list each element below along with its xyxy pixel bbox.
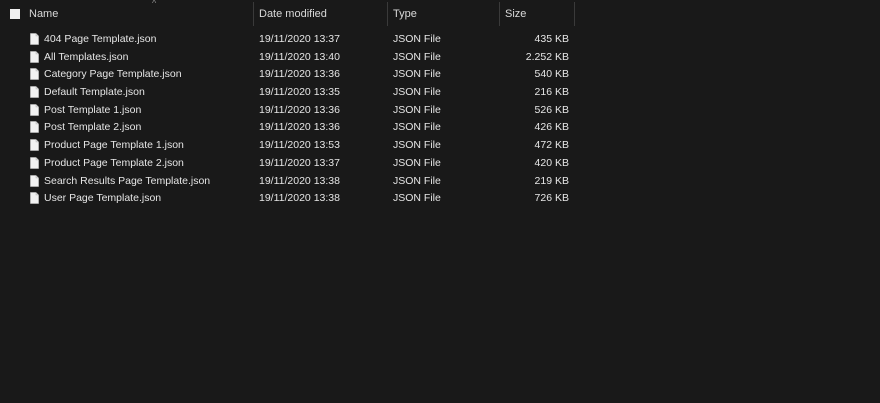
file-type: JSON File [393,156,441,169]
file-type: JSON File [393,68,441,81]
file-type: JSON File [393,103,441,116]
file-date-modified: 19/11/2020 13:53 [259,139,340,152]
file-size: 540 KB [534,68,569,81]
document-file-icon [30,121,39,134]
column-header-size-label: Size [505,8,527,20]
document-file-icon [30,174,39,187]
file-row[interactable]: All Templates.json 19/11/2020 13:40 JSON F… [0,49,880,67]
file-name: Category Page Template.json [44,68,182,81]
file-name: All Templates.json [44,50,129,63]
file-name: Post Template 2.json [44,121,142,134]
file-name: Product Page Template 2.json [44,156,184,169]
file-row[interactable]: Default Template.json 19/11/2020 13:35 JSO… [0,84,880,102]
file-type: JSON File [393,121,441,134]
file-row[interactable]: User Page Template.json 19/11/2020 13:38 J… [0,190,880,208]
document-file-icon [30,68,39,81]
document-file-icon [30,157,39,169]
document-file-icon [30,103,39,116]
file-name: User Page Template.json [44,192,162,205]
file-size: 219 KB [534,174,569,187]
file-date-modified: 19/11/2020 13:36 [259,103,340,116]
file-date-modified: 19/11/2020 13:36 [259,68,340,81]
file-type: JSON File [393,139,441,152]
column-divider[interactable] [574,2,575,26]
select-all-checkbox[interactable] [10,9,20,19]
document-file-icon [30,50,39,63]
file-list: 404 Page Template.json 19/11/2020 13:37 JS… [0,31,880,208]
file-date-modified: 19/11/2020 13:38 [259,192,340,205]
file-row[interactable]: Product Page Template 1.json 19/11/2020 1… [0,137,880,155]
file-row[interactable]: Category Page Template.json 19/11/2020 13… [0,66,880,84]
document-file-icon [30,86,39,98]
file-size: 526 KB [534,103,569,116]
file-name: Post Template 1.json [44,103,142,116]
column-header-type-label: Type [393,8,417,20]
file-row[interactable]: Post Template 2.json 19/11/2020 13:36 JSON… [0,119,880,137]
file-row[interactable]: 404 Page Template.json 19/11/2020 13:37 JS… [0,31,880,49]
file-size: 435 KB [534,33,569,45]
column-header-date-modified[interactable]: Date modified [254,0,388,28]
column-header-type[interactable]: Type [388,0,500,28]
file-name: Default Template.json [44,86,145,99]
file-row[interactable]: Product Page Template 2.json 19/11/2020 1… [0,155,880,173]
column-header-name-label: Name [29,8,59,20]
file-type: JSON File [393,50,441,63]
document-file-icon [30,139,39,151]
column-header-row: ^ Name Date modified Type Size [0,0,880,28]
file-size: 216 KB [534,86,569,99]
file-name: Product Page Template 1.json [44,139,184,152]
file-name: 404 Page Template.json [44,33,157,45]
file-name: Search Results Page Template.json [44,174,211,187]
file-date-modified: 19/11/2020 13:40 [259,50,340,63]
column-header-date-label: Date modified [259,8,327,20]
file-type: JSON File [393,174,441,187]
file-row[interactable]: Post Template 1.json 19/11/2020 13:36 JSON… [0,102,880,120]
file-date-modified: 19/11/2020 13:35 [259,86,340,99]
sort-ascending-icon: ^ [152,0,157,8]
file-date-modified: 19/11/2020 13:36 [259,121,340,134]
document-file-icon [30,192,39,204]
file-size: 420 KB [534,156,569,169]
column-header-size[interactable]: Size [500,0,575,28]
column-header-name[interactable]: ^ Name [24,0,254,28]
file-row[interactable]: Search Results Page Template.json 19/11/2… [0,173,880,191]
file-type: JSON File [393,33,441,45]
document-file-icon [30,33,39,45]
file-date-modified: 19/11/2020 13:37 [259,156,340,169]
file-date-modified: 19/11/2020 13:38 [259,174,340,187]
file-type: JSON File [393,192,441,205]
file-size: 2.252 KB [525,50,569,63]
file-type: JSON File [393,86,441,99]
file-size: 472 KB [534,139,569,152]
file-size: 426 KB [534,121,569,134]
file-explorer-details-view: ^ Name Date modified Type Size 404 Page … [0,0,880,403]
file-size: 726 KB [534,192,569,205]
file-date-modified: 19/11/2020 13:37 [259,33,340,45]
